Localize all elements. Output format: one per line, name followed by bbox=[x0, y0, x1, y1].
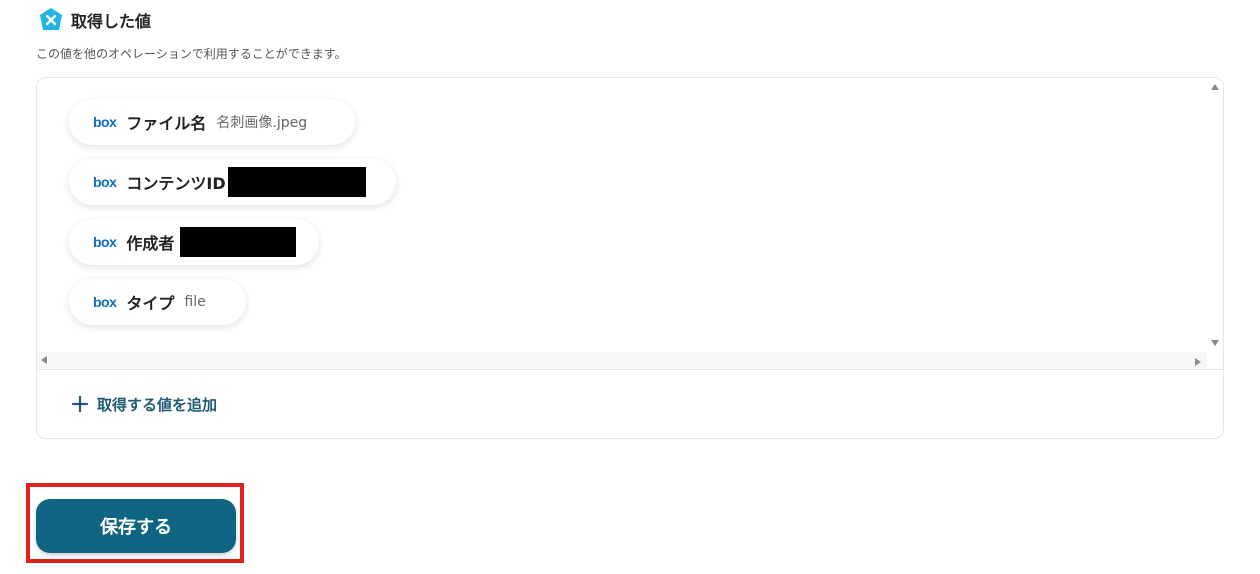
output-chip-file-name[interactable]: box ファイル名 名刺画像.jpeg bbox=[69, 99, 355, 145]
output-values-scroll-area[interactable]: box ファイル名 名刺画像.jpeg box コンテンツID box 作成者 … bbox=[37, 78, 1223, 368]
box-logo-icon: box bbox=[93, 294, 117, 310]
box-logo-icon: box bbox=[93, 114, 117, 130]
scroll-up-icon[interactable] bbox=[1211, 84, 1219, 90]
chip-label: タイプ bbox=[126, 294, 175, 313]
horizontal-scrollbar[interactable] bbox=[37, 352, 1207, 368]
section-title: 取得した値 bbox=[71, 12, 152, 31]
output-values-list: box ファイル名 名刺画像.jpeg box コンテンツID box 作成者 … bbox=[37, 78, 1207, 352]
yoom-x-icon bbox=[40, 8, 62, 30]
section-description: この値を他のオペレーションで利用することができます。 bbox=[36, 47, 347, 61]
output-chip-type[interactable]: box タイプ file bbox=[69, 279, 246, 325]
vertical-scrollbar[interactable] bbox=[1207, 78, 1223, 352]
box-logo-icon: box bbox=[93, 174, 117, 190]
chip-label: ファイル名 bbox=[126, 114, 207, 133]
scroll-right-icon[interactable] bbox=[1195, 358, 1201, 366]
page: 取得した値 この値を他のオペレーションで利用することができます。 box ファイ… bbox=[0, 0, 1260, 574]
save-button[interactable]: 保存する bbox=[36, 499, 236, 553]
divider bbox=[37, 369, 1223, 370]
section-header: 取得した値 bbox=[38, 6, 151, 34]
scroll-down-icon[interactable] bbox=[1211, 340, 1219, 346]
chip-label: 作成者 bbox=[126, 234, 175, 253]
output-chip-creator[interactable]: box 作成者 bbox=[69, 219, 319, 265]
box-logo-icon: box bbox=[93, 234, 117, 250]
add-value-button[interactable]: 取得する値を追加 bbox=[71, 392, 217, 416]
chip-value: file bbox=[184, 294, 206, 310]
scroll-left-icon[interactable] bbox=[41, 356, 47, 364]
redacted-value bbox=[227, 167, 366, 197]
chip-label: コンテンツID bbox=[126, 174, 226, 193]
redacted-value bbox=[180, 227, 297, 257]
output-values-panel: box ファイル名 名刺画像.jpeg box コンテンツID box 作成者 … bbox=[36, 77, 1224, 439]
add-value-label: 取得する値を追加 bbox=[97, 395, 218, 414]
chip-value: 名刺画像.jpeg bbox=[216, 115, 308, 131]
output-chip-content-id[interactable]: box コンテンツID bbox=[69, 159, 396, 205]
plus-icon bbox=[71, 395, 89, 413]
